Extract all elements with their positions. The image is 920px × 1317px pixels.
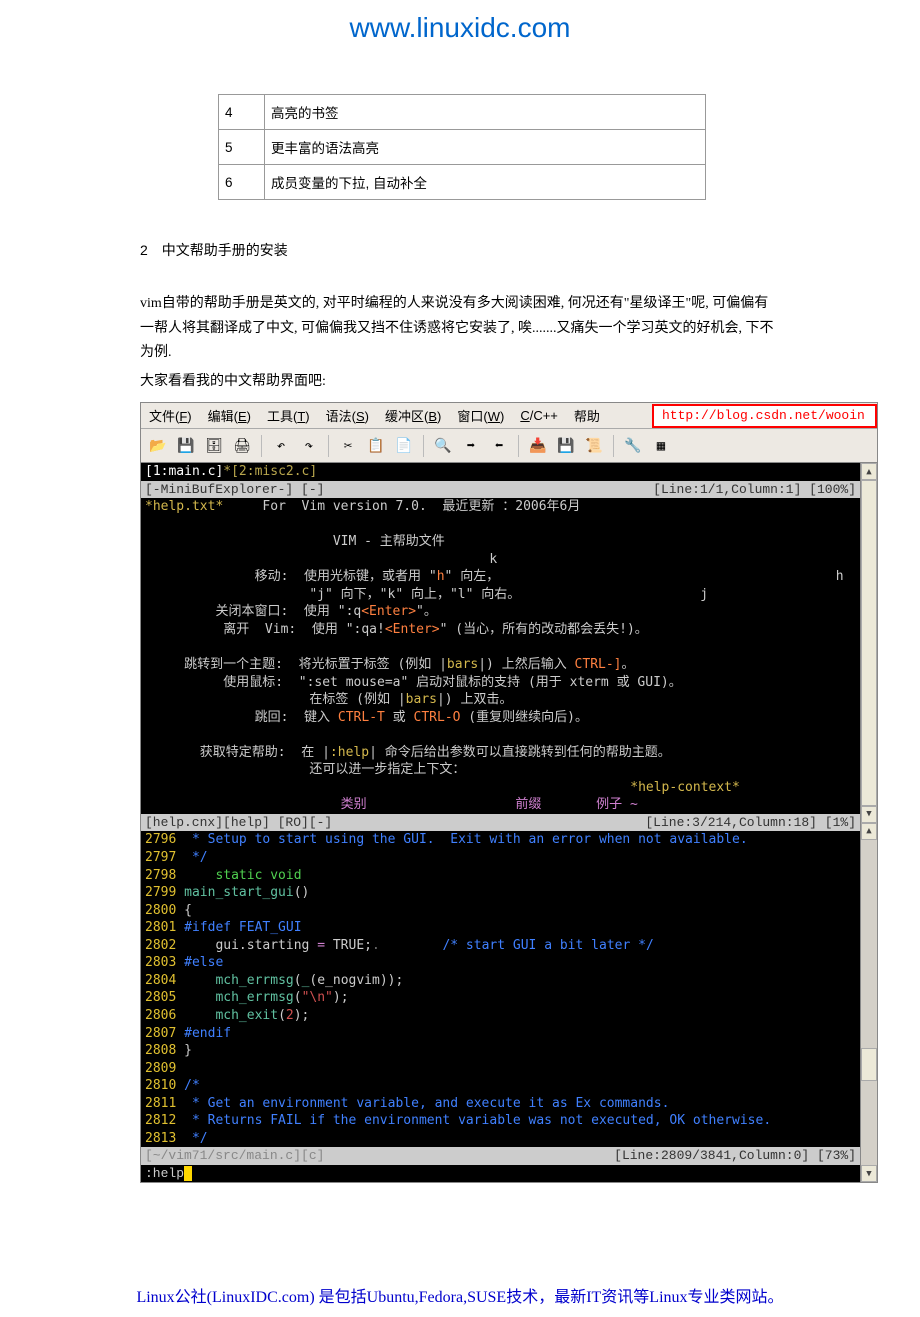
row-num: 5 [219,130,265,165]
script-icon[interactable]: 📜 [583,435,605,457]
code-line: 2802 gui.starting = TRUE;. /* start GUI … [141,937,860,955]
code-line: 2799 main_start_gui() [141,884,860,902]
paragraph: 大家看看我的中文帮助界面吧: [140,370,780,395]
prev-icon[interactable]: ⬅ [488,435,510,457]
menu-window[interactable]: 窗口(W) [449,406,512,425]
paste-icon[interactable]: 📄 [393,435,415,457]
feature-table: 4 高亮的书签 5 更丰富的语法高亮 6 成员变量的下拉, 自动补全 [218,94,706,200]
help-line: 还可以进一步指定上下文： [141,761,860,779]
session-load-icon[interactable]: 📥 [527,435,549,457]
menu-file[interactable]: 文件(F) [141,406,200,425]
section-heading: 2 中文帮助手册的安装 [140,240,780,260]
help-line: *help.txt* For Vim version 7.0. 最近更新 ：20… [141,498,860,516]
table-row: 6 成员变量的下拉, 自动补全 [219,165,706,200]
scroll-down-icon[interactable]: ▼ [861,806,877,823]
buffer-tabs[interactable]: [1:main.c]*[2:misc2.c] [141,463,860,481]
menu-tools[interactable]: 工具(T) [259,406,318,425]
menu-help[interactable]: 帮助 [566,406,608,425]
help-line: 使用鼠标: ":set mouse=a" 启动对鼠标的支持 (用于 xterm … [141,674,860,692]
help-statusbar: [help.cnx][help] [RO][-][Line:3/214,Colu… [141,814,860,832]
code-line: 2797 */ [141,849,860,867]
help-line: *help-context* [141,779,860,797]
open-icon[interactable]: 📂 [147,435,169,457]
help-line: "j" 向下，"k" 向上，"l" 向右。 j [141,586,860,604]
row-desc: 更丰富的语法高亮 [265,130,706,165]
code-line: 2803 #else [141,954,860,972]
help-line: 关闭本窗口: 使用 ":q<Enter>"。 [141,603,860,621]
page-header-url: www.linuxidc.com [0,0,920,94]
code-line: 2811 * Get an environment variable, and … [141,1095,860,1113]
help-line: 跳转到一个主题: 将光标置于标签 (例如 |bars|) 上然后输入 CTRL-… [141,656,860,674]
code-line: 2805 mch_errmsg("\n"); [141,989,860,1007]
menu-ccpp[interactable]: C/C++ [512,408,566,423]
scroll-up-icon[interactable]: ▲ [861,823,877,840]
page-footer: Linux公社(LinuxIDC.com) 是包括Ubuntu,Fedora,S… [0,1283,920,1317]
vim-editor-screenshot: 文件(F) 编辑(E) 工具(T) 语法(S) 缓冲区(B) 窗口(W) C/C… [140,402,878,1183]
table-row: 5 更丰富的语法高亮 [219,130,706,165]
help-line: 获取特定帮助: 在 |:help| 命令后给出参数可以直接跳转到任何的帮助主题。 [141,744,860,762]
scroll-down-icon[interactable]: ▼ [861,1165,877,1182]
help-line: 类别 前缀 例子 ~ [141,796,860,814]
code-line: 2804 mch_errmsg(_(e_nogvim)); [141,972,860,990]
paragraph: vim自带的帮助手册是英文的, 对平时编程的人来说没有多大阅读困难, 何况还有"… [140,292,780,366]
row-num: 6 [219,165,265,200]
copy-icon[interactable]: 📋 [365,435,387,457]
redo-icon[interactable]: ↷ [298,435,320,457]
code-line: 2796 * Setup to start using the GUI. Exi… [141,831,860,849]
menubar: 文件(F) 编辑(E) 工具(T) 语法(S) 缓冲区(B) 窗口(W) C/C… [141,403,877,429]
code-line: 2813 */ [141,1130,860,1148]
code-line: 2800 { [141,902,860,920]
save-icon[interactable]: 💾 [175,435,197,457]
row-desc: 成员变量的下拉, 自动补全 [265,165,706,200]
code-line: 2807 #endif [141,1025,860,1043]
code-line: 2806 mch_exit(2); [141,1007,860,1025]
print-icon[interactable]: 🖨 [231,435,253,457]
scroll-up-icon[interactable]: ▲ [861,463,877,480]
menu-edit[interactable]: 编辑(E) [200,406,259,425]
menu-syntax[interactable]: 语法(S) [318,406,377,425]
next-icon[interactable]: ➡ [460,435,482,457]
toolbar: 📂 💾 🗄 🖨 ↶ ↷ ✂ 📋 📄 🔍 ➡ ⬅ 📥 💾 📜 🔧 ▦ [141,429,877,463]
help-line: 在标签 (例如 |bars|) 上双击。 [141,691,860,709]
code-line: 2798 static void [141,867,860,885]
code-line: 2801 #ifdef FEAT_GUI [141,919,860,937]
code-line: 2812 * Returns FAIL if the environment v… [141,1112,860,1130]
code-line: 2810 /* [141,1077,860,1095]
session-save-icon[interactable]: 💾 [555,435,577,457]
menu-buffers[interactable]: 缓冲区(B) [377,406,449,425]
command-line[interactable]: :help [141,1165,860,1183]
tags-icon[interactable]: ▦ [650,435,672,457]
code-line: 2808 } [141,1042,860,1060]
make-icon[interactable]: 🔧 [622,435,644,457]
help-line: 跳回: 键入 CTRL-T 或 CTRL-O (重复则继续向后)。 [141,709,860,727]
help-line: k [141,551,860,569]
row-desc: 高亮的书签 [265,95,706,130]
saveall-icon[interactable]: 🗄 [203,435,225,457]
code-statusbar: [~/vim71/src/main.c][c][Line:2809/3841,C… [141,1147,860,1165]
help-line: 离开 Vim: 使用 ":qa!<Enter>" (当心，所有的改动都会丢失!)… [141,621,860,639]
code-line: 2809 [141,1060,860,1078]
undo-icon[interactable]: ↶ [270,435,292,457]
blog-url-overlay: http://blog.csdn.net/wooin [652,404,877,428]
row-num: 4 [219,95,265,130]
help-line: 移动: 使用光标键，或者用 "h" 向左， h l [141,568,860,586]
cut-icon[interactable]: ✂ [337,435,359,457]
find-icon[interactable]: 🔍 [432,435,454,457]
vertical-scrollbar[interactable]: ▲ ▼ ▲ ▼ [860,463,877,1182]
table-row: 4 高亮的书签 [219,95,706,130]
help-line: VIM - 主帮助文件 [141,533,860,551]
minibuf-statusbar: [-MiniBufExplorer-] [-][Line:1/1,Column:… [141,481,860,499]
